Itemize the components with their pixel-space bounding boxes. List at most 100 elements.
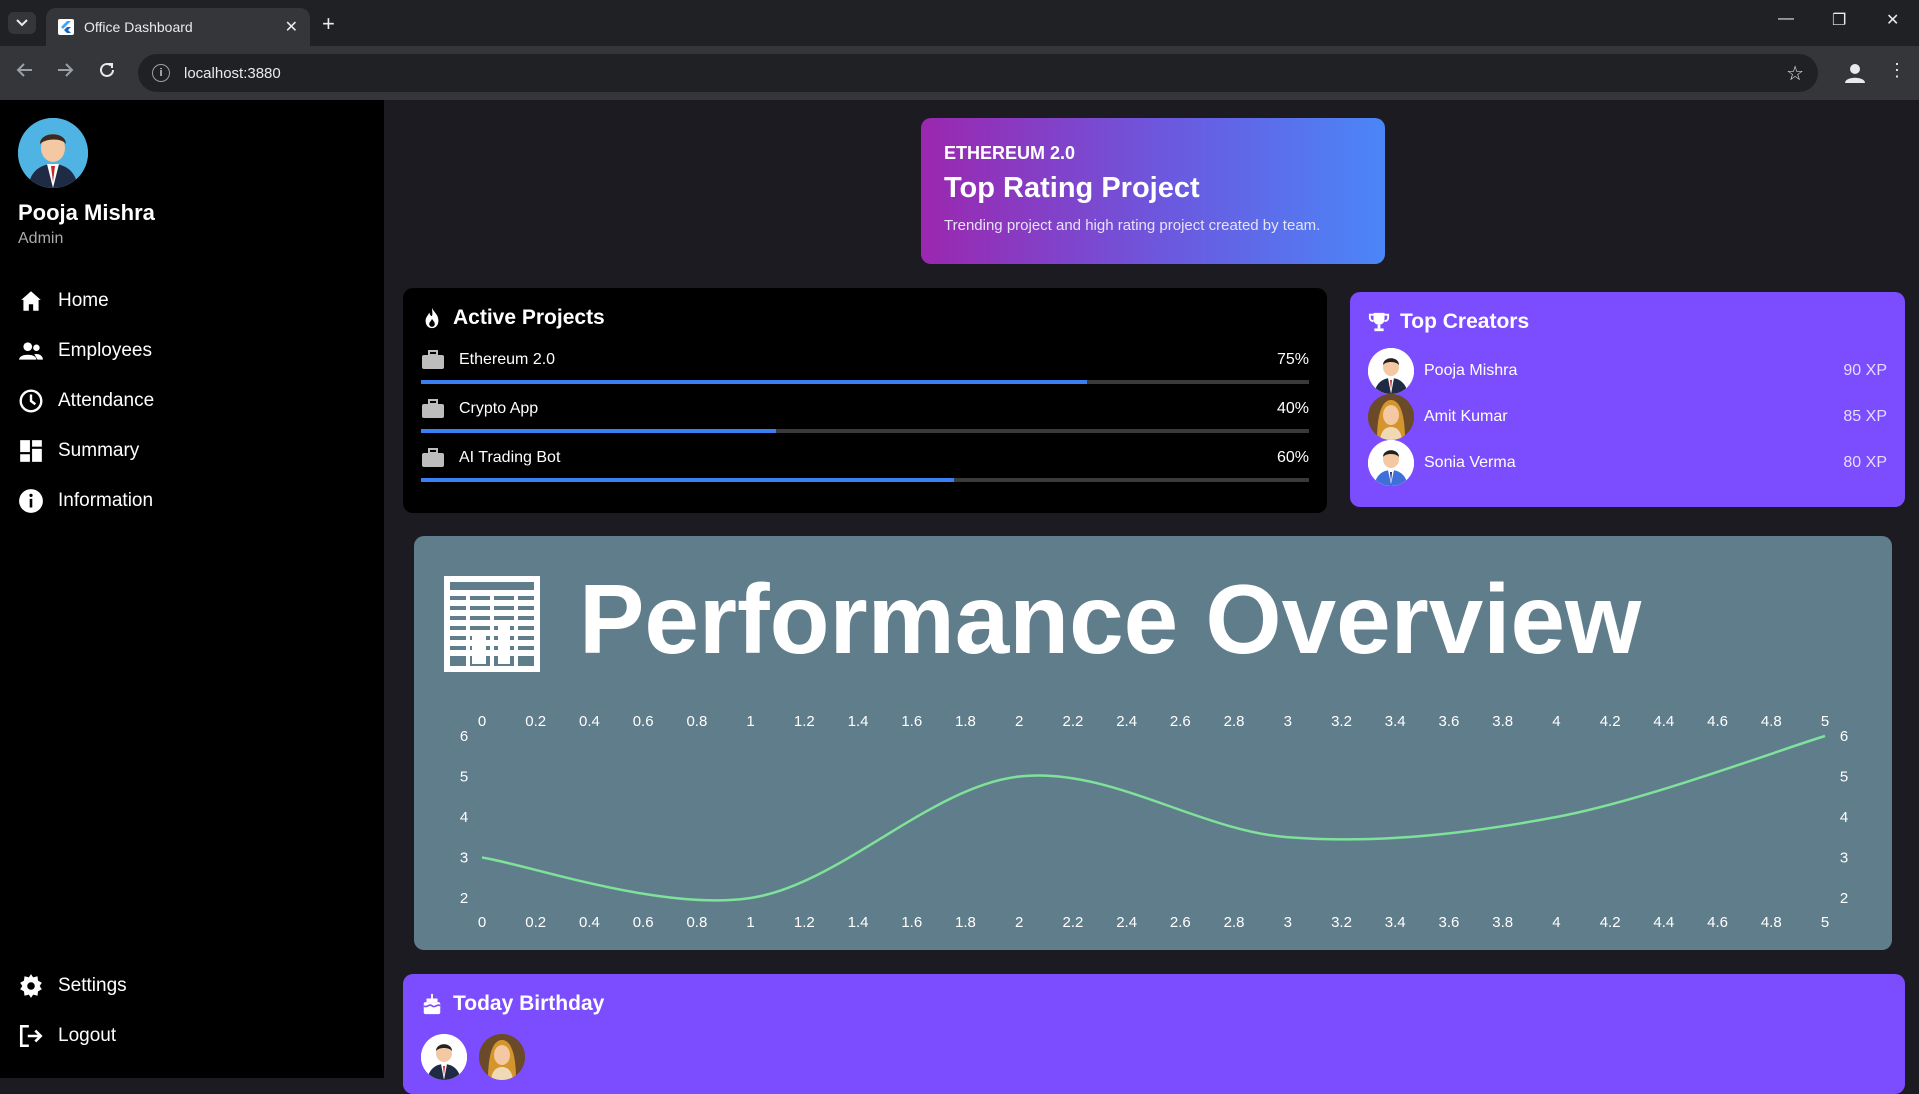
x-tick-label-top: 4.8 [1761,713,1782,730]
x-tick-label-top: 3.4 [1385,713,1406,730]
project-row[interactable]: AI Trading Bot 60% [421,442,1309,486]
tab-close-icon[interactable]: ✕ [285,17,298,37]
nav-item-home[interactable]: Home [18,288,109,314]
minimize-button[interactable]: — [1778,10,1794,28]
project-row[interactable]: Ethereum 2.0 75% [421,344,1309,388]
dashboard-icon [20,440,42,462]
x-tick-label-bottom: 0 [478,914,486,931]
x-tick-label-bottom: 1 [746,914,754,931]
birthday-avatar[interactable] [479,1034,525,1080]
y-tick-label-right: 4 [1840,809,1848,826]
x-tick-label-bottom: 2.6 [1170,914,1191,931]
user-avatar[interactable] [18,118,88,188]
flutter-icon [58,19,74,35]
clock-icon [19,389,43,413]
nav-label: Logout [58,1025,117,1046]
top-creators-card: Top Creators Pooja Mishra 90 XP Amit Kum… [1350,292,1905,507]
hero-kicker: ETHEREUM 2.0 [944,143,1076,163]
x-tick-label-bottom: 1.2 [794,914,815,931]
x-tick-label-top: 3.8 [1492,713,1513,730]
creator-row[interactable]: Sonia Verma 80 XP [1368,440,1887,486]
y-tick-label-right: 5 [1840,769,1848,786]
tab-search-button[interactable] [8,12,36,34]
y-tick-label-right: 3 [1840,850,1848,867]
project-percent: 75% [1276,351,1309,368]
top-rating-project-card[interactable]: ETHEREUM 2.0 Top Rating Project Trending… [921,118,1385,264]
x-tick-label-bottom: 0.8 [686,914,707,931]
nav-label: Employees [58,340,152,361]
arrow-left-icon [16,63,32,77]
x-tick-label-bottom: 3.2 [1331,914,1352,931]
x-tick-label-top: 3 [1284,713,1292,730]
project-name: AI Trading Bot [459,449,561,466]
x-tick-label-bottom: 3.8 [1492,914,1513,931]
x-tick-label-top: 1.2 [794,713,815,730]
creator-row[interactable]: Pooja Mishra 90 XP [1368,348,1887,394]
x-tick-label-bottom: 4.4 [1653,914,1674,931]
x-tick-label-top: 2.2 [1062,713,1083,730]
active-projects-title: Active Projects [453,306,605,329]
x-tick-label-top: 2.8 [1224,713,1245,730]
x-tick-label-bottom: 2 [1015,914,1023,931]
x-tick-label-top: 0.2 [525,713,546,730]
businessman-avatar-icon [18,118,88,188]
x-tick-label-bottom: 3.4 [1385,914,1406,931]
creator-row[interactable]: Amit Kumar 85 XP [1368,394,1887,440]
x-tick-label-bottom: 0.2 [525,914,546,931]
man-avatar-icon [1368,440,1414,486]
chevron-down-icon [16,19,28,27]
bookmark-star-icon[interactable]: ☆ [1786,61,1804,86]
browser-tab-strip: Office Dashboard ✕ + — ❐ ✕ [0,0,1919,46]
x-tick-label-top: 0.4 [579,713,600,730]
project-progress-track [421,429,1309,433]
x-tick-label-bottom: 0.6 [633,914,654,931]
x-tick-label-top: 1 [746,713,754,730]
x-tick-label-bottom: 1.6 [901,914,922,931]
forward-button[interactable] [56,61,74,84]
y-tick-label-left: 6 [460,728,468,745]
project-progress-track [421,380,1309,384]
project-progress-fill [421,478,954,482]
y-tick-label-left: 4 [460,809,468,826]
birthday-avatar[interactable] [421,1034,467,1080]
nav-item-employees[interactable]: Employees [18,338,152,364]
nav-label: Settings [58,975,127,996]
x-tick-label-top: 5 [1821,713,1829,730]
arrow-right-icon [58,63,74,77]
x-tick-label-top: 1.4 [848,713,869,730]
creator-avatar [1368,440,1414,486]
main-content: ETHEREUM 2.0 Top Rating Project Trending… [384,100,1919,1094]
x-tick-label-bottom: 4.8 [1761,914,1782,931]
new-tab-button[interactable]: + [322,11,335,37]
x-tick-label-bottom: 1.8 [955,914,976,931]
nav-item-summary[interactable]: Summary [18,438,139,464]
project-progress-fill [421,429,777,433]
y-tick-label-right: 2 [1840,890,1848,907]
restore-button[interactable]: ❐ [1832,10,1846,30]
address-bar[interactable]: i localhost:3880 ☆ [138,54,1818,92]
nav-item-attendance[interactable]: Attendance [18,388,154,414]
browser-menu-icon[interactable]: ⋮ [1888,60,1906,81]
project-row[interactable]: Crypto App 40% [421,393,1309,437]
nav-label: Summary [58,440,140,461]
profile-icon[interactable] [1843,61,1867,85]
nav-item-information[interactable]: Information [18,488,153,514]
project-percent: 60% [1276,449,1309,466]
back-button[interactable] [16,61,34,84]
project-name: Ethereum 2.0 [459,351,556,368]
reload-button[interactable] [98,61,116,84]
browser-toolbar: i localhost:3880 ☆ ⋮ [0,46,1919,100]
x-tick-label-bottom: 2.8 [1224,914,1245,931]
birthday-title: Today Birthday [453,992,605,1015]
browser-tab[interactable]: Office Dashboard ✕ [46,8,310,46]
hero-description: Trending project and high rating project… [944,217,1321,234]
nav-item-logout[interactable]: Logout [18,1023,116,1049]
nav-item-settings[interactable]: Settings [18,973,127,999]
birthday-header: Today Birthday [421,992,1887,1016]
close-window-button[interactable]: ✕ [1886,10,1899,30]
project-name: Crypto App [459,400,539,417]
creator-avatar [1368,348,1414,394]
site-info-icon[interactable]: i [152,64,170,82]
x-tick-label-top: 3.2 [1331,713,1352,730]
woman-avatar-icon [1368,394,1414,440]
